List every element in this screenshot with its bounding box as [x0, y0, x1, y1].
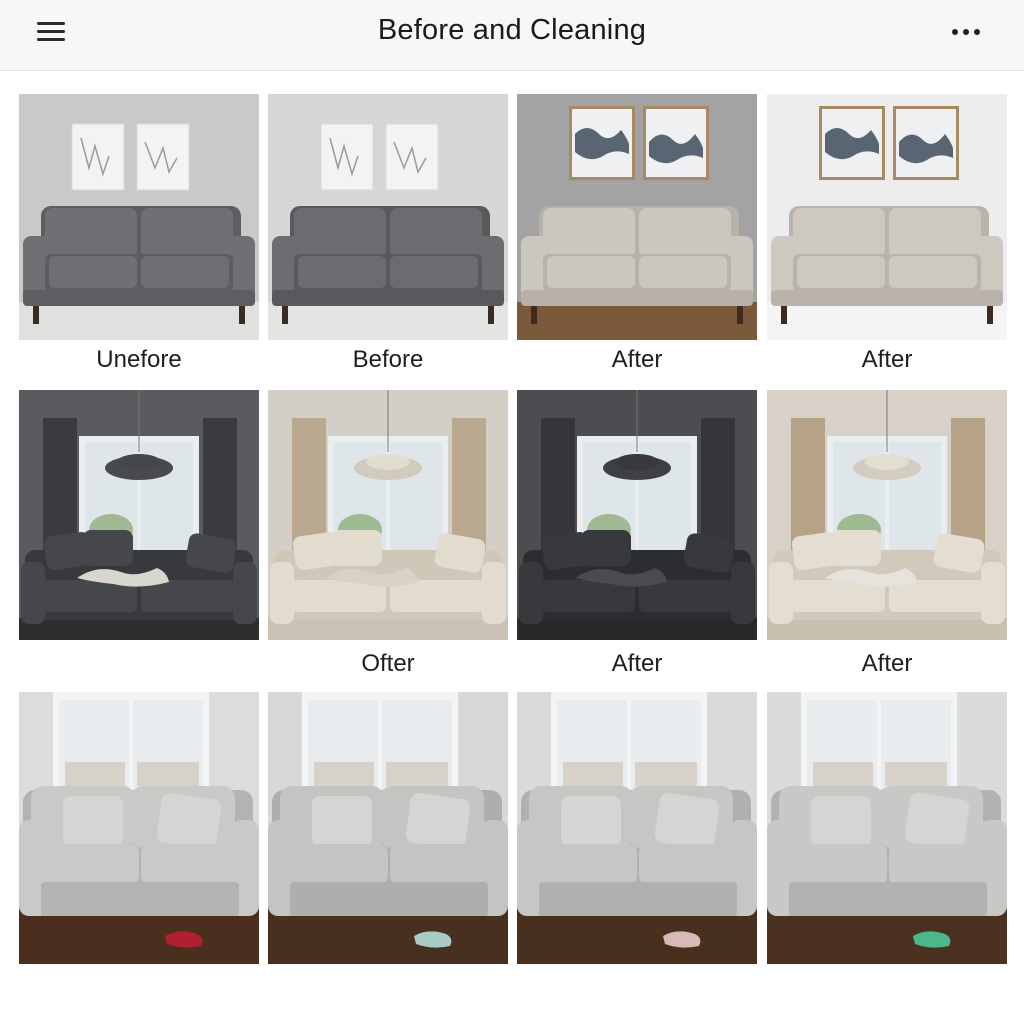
sofa-photo [19, 692, 259, 964]
sofa-photo [268, 390, 508, 640]
photo-caption: Unefore [96, 346, 182, 373]
sofa-photo [268, 94, 508, 340]
photo-tile-r3c3[interactable] [517, 692, 757, 964]
sofa-photo [517, 94, 757, 340]
sofa-photo [19, 390, 259, 640]
sofa-photo [268, 692, 508, 964]
sofa-photo [767, 692, 1007, 964]
sofa-photo [517, 390, 757, 640]
photo-tile-r1c4[interactable] [767, 94, 1007, 340]
photo-caption: Ofter [361, 650, 415, 677]
photo-grid: Unefore Before After After Ofter After A… [0, 0, 1024, 1024]
photo-tile-r1c3[interactable] [517, 94, 757, 340]
photo-caption: After [861, 650, 913, 677]
photo-tile-r3c2[interactable] [268, 692, 508, 964]
photo-tile-r1c2[interactable] [268, 94, 508, 340]
sofa-photo [767, 94, 1007, 340]
photo-tile-r3c1[interactable] [19, 692, 259, 964]
photo-tile-r2c2[interactable] [268, 390, 508, 640]
photo-tile-r3c4[interactable] [767, 692, 1007, 964]
photo-caption: After [611, 346, 663, 373]
photo-caption: After [861, 346, 913, 373]
photo-caption: After [611, 650, 663, 677]
photo-tile-r2c1[interactable] [19, 390, 259, 640]
sofa-photo [517, 692, 757, 964]
photo-caption: Before [352, 346, 424, 373]
sofa-photo [19, 94, 259, 340]
photo-tile-r2c4[interactable] [767, 390, 1007, 640]
photo-tile-r1c1[interactable] [19, 94, 259, 340]
photo-tile-r2c3[interactable] [517, 390, 757, 640]
sofa-photo [767, 390, 1007, 640]
